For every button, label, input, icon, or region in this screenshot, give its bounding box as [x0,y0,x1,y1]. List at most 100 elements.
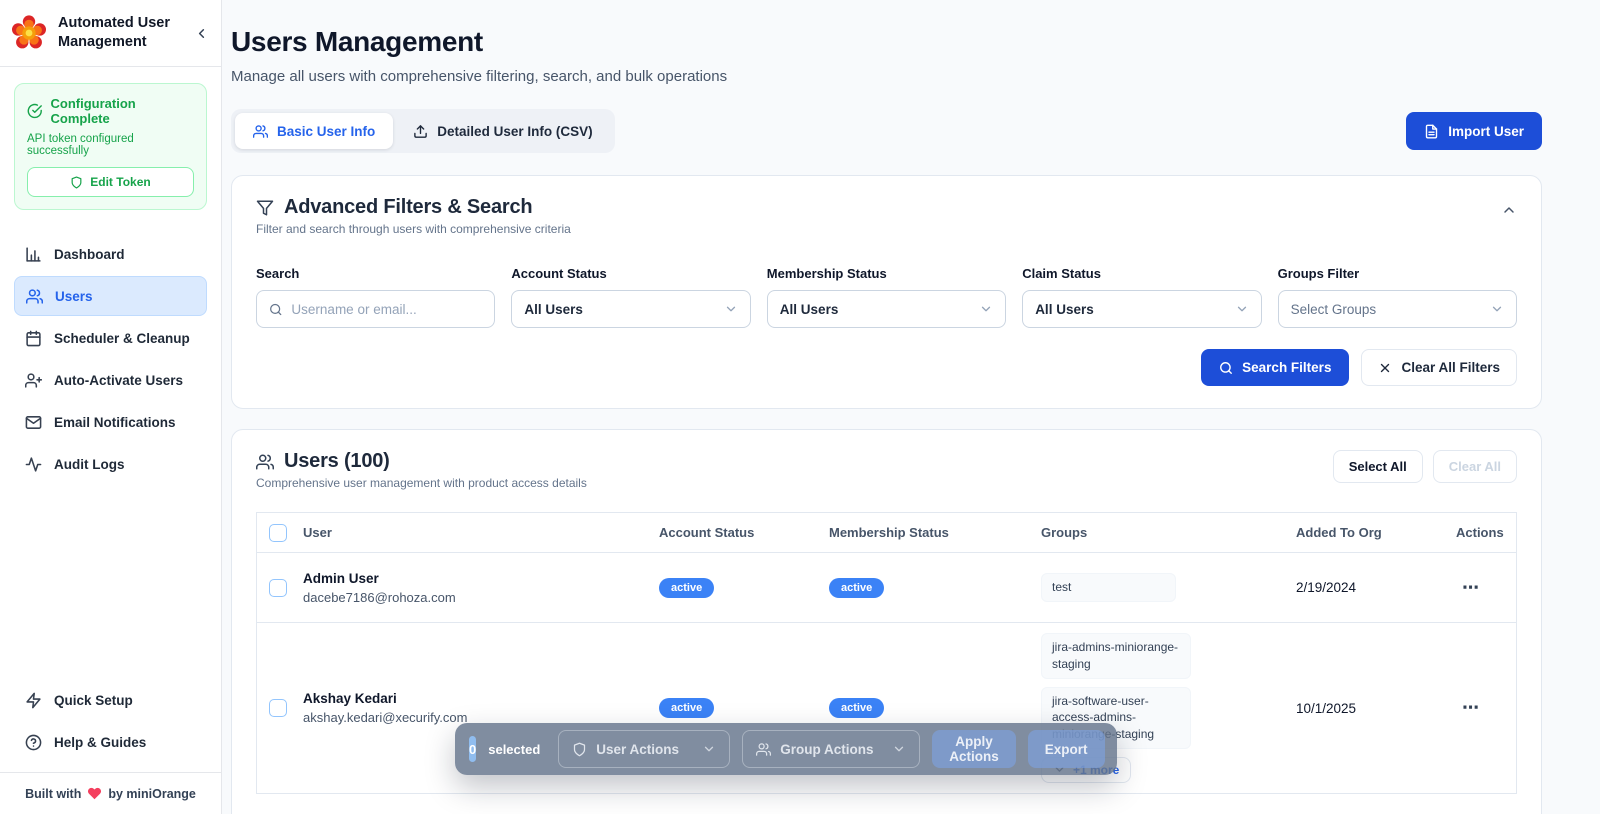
bulk-actions-bar: 0 selected User Actions Group Actions Ap… [455,723,1117,775]
page-subtitle: Manage all users with comprehensive filt… [231,68,728,85]
file-text-icon [1426,124,1438,138]
check-circle-icon [27,103,42,119]
sidebar-item-label: Audit Logs [54,456,125,472]
claim-status-value: All Users [1035,301,1094,317]
sidebar-item-audit-logs[interactable]: Audit Logs [14,444,207,484]
row-actions-menu-icon[interactable]: ⋯ [1456,578,1480,597]
users-count-title: Users (100) [284,450,390,472]
bar-chart-icon [25,246,42,263]
group-tag: jira-admins-miniorange-staging [1041,633,1191,679]
search-icon [270,303,282,315]
chevron-down-icon [895,746,904,752]
collapse-filters-button[interactable] [1501,202,1517,218]
tab-basic-user-info[interactable]: Basic User Info [235,113,394,149]
sidebar-item-auto-activate-users[interactable]: Auto-Activate Users [14,360,207,400]
row-actions-menu-icon[interactable]: ⋯ [1456,698,1480,717]
chevron-down-icon [726,306,735,312]
account-status-badge: active [659,698,715,718]
row-checkbox[interactable] [269,578,287,597]
sidebar-item-dashboard[interactable]: Dashboard [14,234,207,274]
table-header-row: User Account Status Membership Status Gr… [257,513,1516,553]
apply-actions-button[interactable]: Apply Actions [932,730,1016,768]
select-all-button[interactable]: Select All [1332,450,1423,483]
groups-filter-select[interactable]: Select Groups [1277,290,1517,328]
search-icon [1220,361,1233,374]
export-button[interactable]: Export [1027,730,1105,768]
added-to-org-date: 2/19/2024 [1296,580,1357,595]
filter-search-field: Search [256,266,496,328]
search-filters-button[interactable]: Search Filters [1201,349,1350,386]
sidebar-nav: Dashboard Users Scheduler & Cleanup Auto… [0,220,221,680]
filter-buttons-row: Search Filters Clear All Filters [256,349,1517,386]
tab-label: Basic User Info [277,123,376,139]
group-actions-label: Group Actions [780,741,874,757]
import-user-button[interactable]: Import User [1406,112,1542,150]
tab-detailed-user-info-csv[interactable]: Detailed User Info (CSV) [395,113,610,149]
tab-label: Detailed User Info (CSV) [437,123,593,139]
clear-all-filters-label: Clear All Filters [1401,360,1500,375]
sidebar-item-label: Email Notifications [54,414,176,430]
added-to-org-date: 10/1/2025 [1296,700,1357,716]
sidebar-item-users[interactable]: Users [14,276,207,316]
chevron-down-icon [1492,306,1502,312]
upload-icon [414,124,428,138]
membership-status-badge: active [829,698,885,718]
filter-groups: Groups Filter Select Groups [1277,266,1517,328]
help-circle-icon [25,734,42,751]
edit-token-button[interactable]: Edit Token [27,167,194,197]
account-status-value: All Users [524,301,583,317]
sidebar-header: Automated User Management [0,0,221,67]
column-header-account-status: Account Status [659,525,755,540]
group-tag: test [1041,573,1176,602]
advanced-filters-card: Advanced Filters & Search Filter and sea… [231,175,1542,409]
users-icon [756,742,772,756]
clear-all-button[interactable]: Clear All [1432,450,1517,483]
search-filters-label: Search Filters [1242,360,1332,375]
page-title: Users Management [231,26,483,57]
users-icon [256,454,274,469]
tabs-row: Basic User Info Detailed User Info (CSV)… [231,109,1542,153]
filters-title: Advanced Filters & Search [284,196,533,218]
search-input[interactable] [291,301,483,317]
sidebar-item-label: Scheduler & Cleanup [54,330,190,346]
users-subtitle: Comprehensive user management with produ… [256,476,587,490]
sidebar-item-quick-setup[interactable]: Quick Setup [14,680,207,720]
groups-filter-value: Select Groups [1290,301,1377,317]
column-header-user: User [303,525,332,540]
membership-status-select[interactable]: All Users [766,290,1007,328]
heart-icon [88,787,102,800]
select-all-checkbox[interactable] [269,523,287,542]
app-title: Automated User Management [58,15,170,50]
config-status-subtitle: API token configured successfully [27,133,134,157]
claim-status-select[interactable]: All Users [1022,290,1262,328]
tab-group: Basic User Info Detailed User Info (CSV) [231,109,615,153]
search-input-wrapper [256,290,496,328]
user-email: dacebe7186@rohoza.com [303,589,456,605]
group-actions-dropdown[interactable]: Group Actions [742,730,921,768]
sidebar-item-label: Help & Guides [54,734,147,750]
search-label: Search [256,266,300,281]
user-actions-dropdown[interactable]: User Actions [558,730,731,768]
app-logo-icon [11,15,47,49]
import-user-label: Import User [1448,123,1524,139]
sidebar-item-scheduler-cleanup[interactable]: Scheduler & Cleanup [14,318,207,358]
account-status-select[interactable]: All Users [511,290,751,328]
selected-count-badge: 0 [469,736,477,762]
sidebar-item-help-guides[interactable]: Help & Guides [14,722,207,762]
table-row: Admin User dacebe7186@rohoza.com active … [257,553,1516,623]
sidebar-item-label: Auto-Activate Users [54,372,184,388]
footer-text-prefix: Built with [25,786,82,801]
clear-all-filters-button[interactable]: Clear All Filters [1361,349,1517,386]
sidebar-collapse-button[interactable] [194,22,209,44]
membership-status-badge: active [829,577,885,598]
sidebar-footer: Built with by miniOrange [0,772,221,814]
edit-token-label: Edit Token [90,175,151,189]
sidebar-item-email-notifications[interactable]: Email Notifications [14,402,207,442]
chevron-up-icon [1504,207,1514,213]
users-icon [253,124,268,138]
filter-claim-status: Claim Status All Users [1022,266,1262,328]
sidebar-item-label: Users [55,288,93,304]
sidebar-bottom-nav: Quick Setup Help & Guides [0,680,221,772]
mail-icon [25,414,42,431]
row-checkbox[interactable] [269,699,287,717]
